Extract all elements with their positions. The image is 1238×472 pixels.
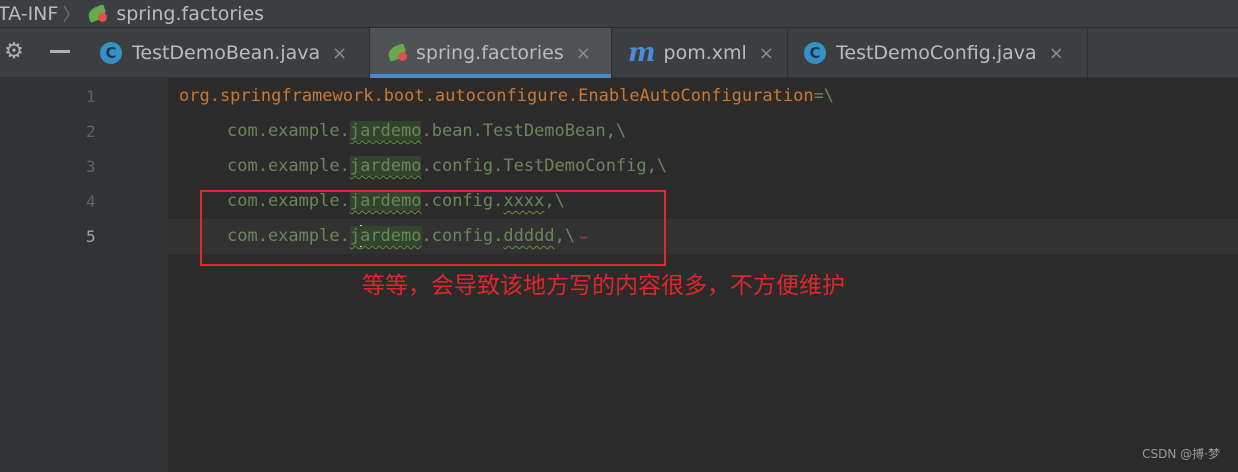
property-separator: =\ <box>813 86 835 106</box>
breadcrumb-item-file[interactable]: spring.factories <box>86 3 264 25</box>
tab-label: pom.xml <box>663 42 747 64</box>
breadcrumb-separator: 〉 <box>62 4 81 26</box>
line-number: 1 <box>86 87 96 106</box>
line-number: 4 <box>86 192 96 211</box>
property-key: org.springframework.boot.autoconfigure.E… <box>179 86 814 106</box>
code-highlight: jardemo <box>349 121 422 141</box>
close-icon[interactable]: × <box>1049 43 1064 64</box>
line-number: 2 <box>86 122 96 141</box>
line-number-gutter[interactable]: 1 2 3 4 5 <box>0 78 168 472</box>
minimize-icon[interactable] <box>50 50 70 53</box>
code-line-3[interactable]: com.example.jardemo.config.TestDemoConfi… <box>168 149 1238 184</box>
breadcrumb-file-label: spring.factories <box>116 2 265 25</box>
code-text: com.example. <box>227 156 350 176</box>
close-icon[interactable]: × <box>576 43 591 64</box>
class-icon: C <box>804 42 826 64</box>
breadcrumb-item-meta-inf[interactable]: TA-INF <box>0 3 58 25</box>
annotation-highlight-box <box>200 190 666 266</box>
code-text: com.example. <box>227 121 350 141</box>
tab-label: TestDemoBean.java <box>132 42 321 64</box>
tab-label: spring.factories <box>416 42 564 64</box>
tab-spring-factories[interactable]: spring.factories × <box>370 28 612 78</box>
code-text: .config.TestDemoConfig,\ <box>421 156 668 176</box>
line-number: 3 <box>86 157 96 176</box>
maven-icon: m <box>628 38 656 68</box>
code-line-2[interactable]: com.example.jardemo.bean.TestDemoBean,\ <box>168 114 1238 149</box>
annotation-text: 等等，会导致该地方写的内容很多，不方便维护 <box>362 273 845 299</box>
spring-icon <box>86 3 110 24</box>
tab-pom-xml[interactable]: m pom.xml × <box>612 28 788 78</box>
spring-icon <box>386 43 410 63</box>
tab-label: TestDemoConfig.java <box>836 42 1037 64</box>
gear-icon[interactable]: ⚙ <box>2 40 26 64</box>
code-line-1[interactable]: org.springframework.boot.autoconfigure.E… <box>168 79 1238 114</box>
breadcrumb: TA-INF 〉 spring.factories <box>0 0 1238 28</box>
line-number-current: 5 <box>86 227 96 246</box>
class-icon: C <box>100 42 122 64</box>
watermark: CSDN @搏·梦 <box>1142 447 1220 461</box>
tab-testdemobean[interactable]: C TestDemoBean.java × <box>84 28 370 78</box>
editor-tab-bar: ⚙ C TestDemoBean.java × spring.factories… <box>0 28 1238 78</box>
code-text: .bean.TestDemoBean,\ <box>421 121 627 141</box>
code-highlight: jardemo <box>349 156 422 176</box>
breadcrumb-folder-label: TA-INF <box>0 2 59 25</box>
close-icon[interactable]: × <box>332 43 347 64</box>
tab-testdemoconfig[interactable]: C TestDemoConfig.java × <box>788 28 1088 78</box>
close-icon[interactable]: × <box>759 43 774 64</box>
